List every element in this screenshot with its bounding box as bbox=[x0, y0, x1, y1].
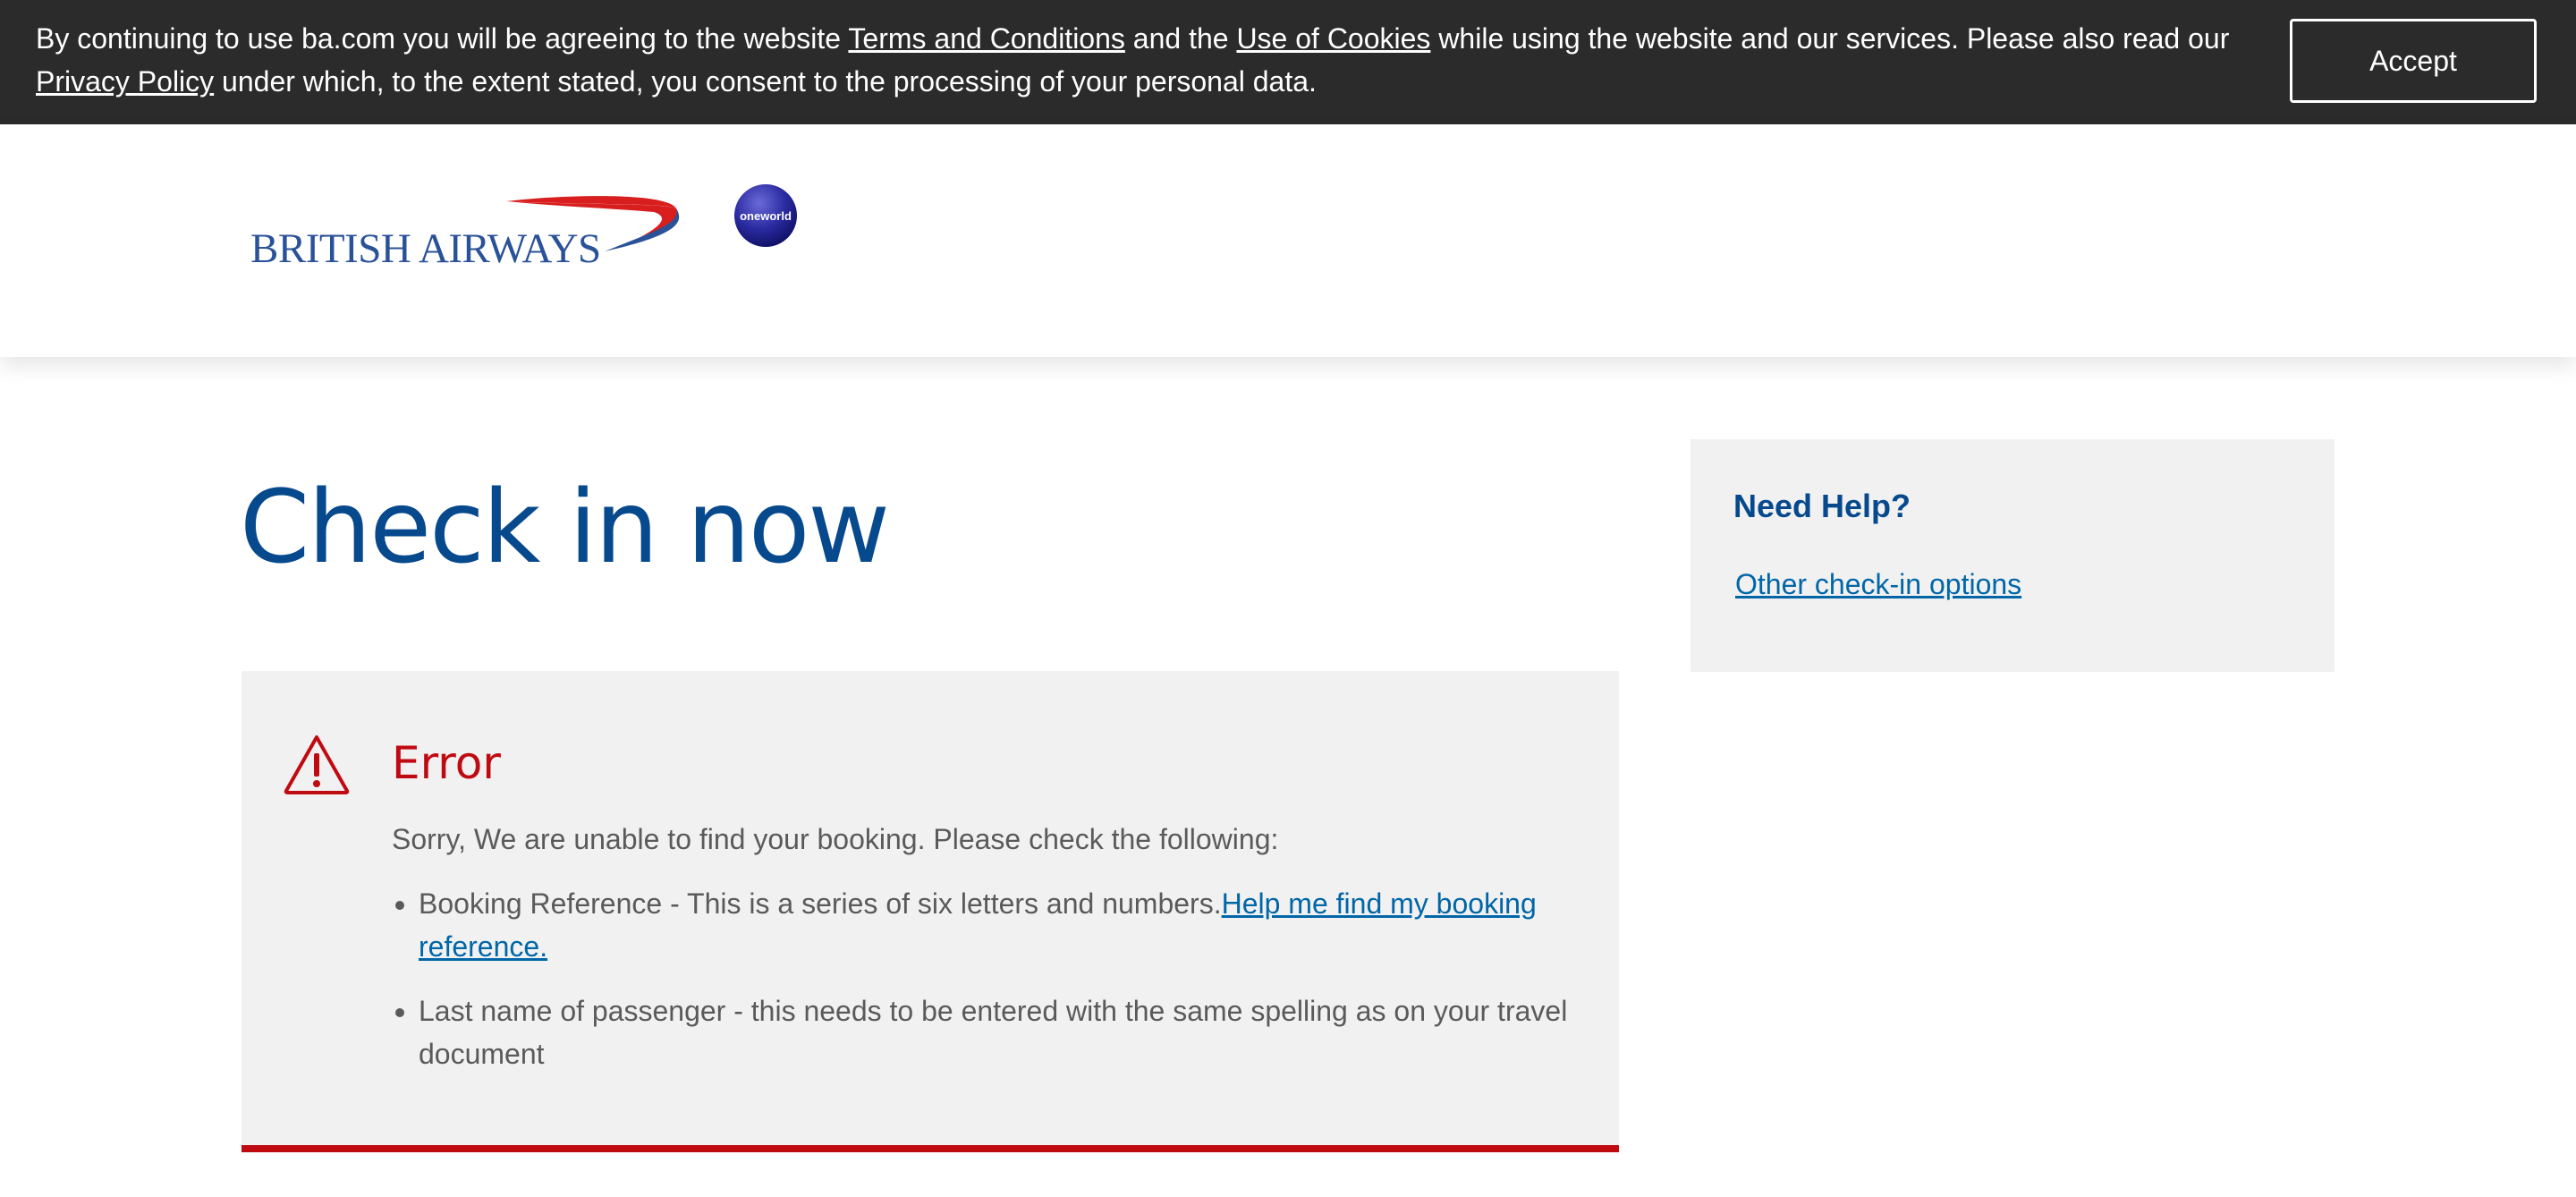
logo-wordmark: BRITISH AIRWAYS bbox=[250, 225, 601, 272]
accept-cookies-button[interactable]: Accept bbox=[2290, 19, 2537, 103]
error-list: Booking Reference - This is a series of … bbox=[392, 882, 1617, 1097]
cookie-text-4: under which, to the extent stated, you c… bbox=[214, 65, 1317, 98]
cookie-text-3: while using the website and our services… bbox=[1430, 22, 2230, 55]
cookie-text-2: and the bbox=[1124, 22, 1237, 55]
warning-triangle-icon bbox=[284, 735, 350, 794]
site-header: BRITISH AIRWAYS oneworld bbox=[0, 124, 2576, 357]
help-panel: Need Help? Other check-in options bbox=[1690, 439, 2334, 672]
error-panel: Error Sorry, We are unable to find your … bbox=[242, 671, 1619, 1152]
oneworld-logo-icon: oneworld bbox=[734, 184, 797, 247]
cookie-text-1: By continuing to use ba.com you will be … bbox=[36, 22, 849, 55]
use-of-cookies-link[interactable]: Use of Cookies bbox=[1236, 22, 1430, 55]
oneworld-text: oneworld bbox=[740, 209, 792, 223]
help-title: Need Help? bbox=[1733, 488, 1911, 524]
list-item-text: Booking Reference - This is a series of … bbox=[419, 887, 1222, 920]
page-title: Check in now bbox=[240, 470, 890, 586]
error-title: Error bbox=[392, 737, 501, 789]
privacy-policy-link[interactable]: Privacy Policy bbox=[36, 65, 214, 98]
list-item: Last name of passenger - this needs to b… bbox=[419, 989, 1617, 1075]
cookie-message: By continuing to use ba.com you will be … bbox=[36, 17, 2263, 103]
cookie-banner: By continuing to use ba.com you will be … bbox=[0, 0, 2576, 124]
error-intro: Sorry, We are unable to find your bookin… bbox=[392, 823, 1279, 855]
list-item-text: Last name of passenger - this needs to b… bbox=[419, 995, 1568, 1070]
terms-and-conditions-link[interactable]: Terms and Conditions bbox=[848, 22, 1124, 55]
list-item: Booking Reference - This is a series of … bbox=[419, 882, 1617, 968]
other-check-in-options-link[interactable]: Other check-in options bbox=[1735, 568, 2021, 601]
